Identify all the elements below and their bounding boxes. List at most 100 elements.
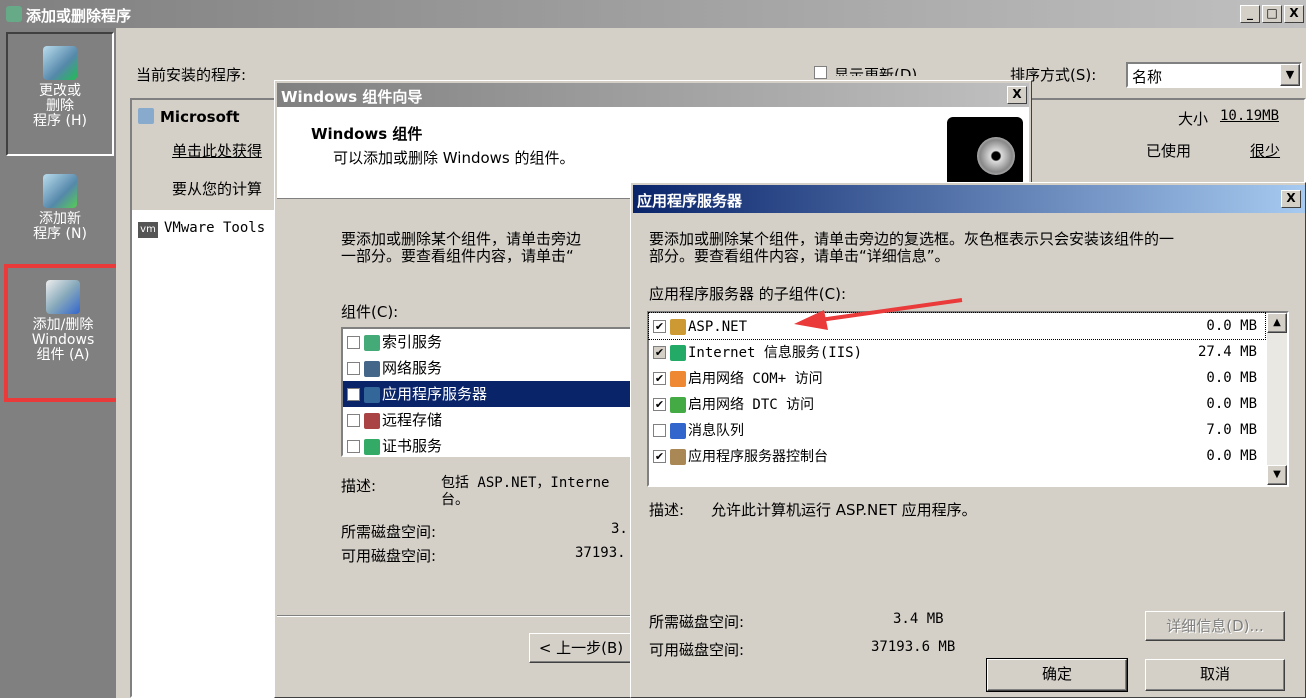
- vmware-icon: vm: [138, 222, 158, 238]
- size-value: 10.19MB: [1220, 108, 1280, 124]
- wizard-required-value: 3.: [611, 521, 628, 537]
- wizard-cd-icon: [947, 117, 1023, 187]
- used-label: 已使用: [1146, 142, 1192, 160]
- chevron-down-icon[interactable]: ▼: [1280, 64, 1300, 86]
- wizard-title: Windows 组件向导: [281, 88, 423, 106]
- wizard-title-bar: Windows 组件向导 X: [277, 83, 1029, 107]
- subcomponent-item[interactable]: ✔ Internet 信息服务(IIS) 27.4 MB: [649, 339, 1265, 365]
- subcomponent-item[interactable]: ✔ 启用网络 DTC 访问 0.0 MB: [649, 391, 1265, 417]
- dialog-required-label: 所需磁盘空间:: [649, 613, 745, 631]
- sort-value: 名称: [1132, 68, 1163, 86]
- gear-icon: [670, 318, 686, 335]
- component-checkbox[interactable]: [347, 440, 360, 453]
- wizard-required-label: 所需磁盘空间:: [341, 523, 437, 541]
- subcomponent-item[interactable]: 消息队列 7.0 MB: [649, 417, 1265, 443]
- program-name: Microsoft: [160, 108, 240, 126]
- ok-button[interactable]: 确定: [986, 658, 1128, 692]
- annotation-arrow: [794, 298, 963, 330]
- subcomponent-label: Internet 信息服务(IIS): [688, 345, 863, 361]
- subcomponent-label: 启用网络 DTC 访问: [688, 397, 815, 413]
- subcomponent-item[interactable]: ✔ 应用程序服务器控制台 0.0 MB: [649, 443, 1265, 469]
- cancel-button[interactable]: 取消: [1145, 659, 1285, 691]
- add-program-icon: [43, 174, 77, 208]
- main-title-bar: 添加或删除程序 _ □ X: [0, 0, 1306, 28]
- component-checkbox[interactable]: [347, 336, 360, 349]
- support-link[interactable]: 单击此处获得: [172, 140, 262, 161]
- dialog-available-label: 可用磁盘空间:: [649, 641, 745, 659]
- show-updates-label: 显示更新(D): [834, 66, 918, 76]
- minimize-button[interactable]: _: [1240, 5, 1260, 23]
- dialog-instructions: 要添加或删除某个组件，请单击旁边的复选框。灰色框表示只会安装该组件的一 部分。要…: [649, 230, 1175, 265]
- scroll-up-button[interactable]: ▲: [1267, 313, 1287, 333]
- wizard-instructions: 要添加或删除某个组件，请单击旁边 一部分。要查看组件内容，请单击“: [341, 230, 582, 265]
- subcomponent-item[interactable]: ✔ 启用网络 COM+ 访问 0.0 MB: [649, 365, 1265, 391]
- subcomponent-checkbox[interactable]: ✔: [653, 450, 666, 463]
- wizard-available-value: 37193.: [575, 545, 626, 561]
- component-checkbox[interactable]: ✔: [347, 388, 360, 401]
- component-item[interactable]: 远程存储: [343, 407, 639, 433]
- message-icon: [670, 422, 686, 439]
- close-button[interactable]: X: [1284, 5, 1304, 23]
- wizard-desc-text: 包括 ASP.NET，Interne 台。: [441, 475, 610, 508]
- component-checkbox[interactable]: [347, 362, 360, 375]
- subcomponent-size: 0.0 MB: [1206, 370, 1257, 386]
- sidebar: 更改或 删除 程序 (H) 添加新 程序 (N) 添加/删除 Windows 组…: [0, 28, 122, 698]
- dialog-required-value: 3.4 MB: [893, 611, 944, 627]
- details-button[interactable]: 详细信息(D)...: [1145, 611, 1285, 641]
- program-description: 要从您的计算: [172, 180, 263, 198]
- wizard-close-button[interactable]: X: [1007, 86, 1027, 104]
- sidebar-item-change-remove[interactable]: 更改或 删除 程序 (H): [6, 32, 114, 156]
- subcomponent-size: 27.4 MB: [1197, 344, 1257, 360]
- component-item[interactable]: 索引服务: [343, 329, 639, 355]
- network-icon: [364, 360, 380, 377]
- dialog-desc-text: 允许此计算机运行 ASP.NET 应用程序。: [711, 501, 977, 519]
- dialog-close-button[interactable]: X: [1281, 190, 1301, 208]
- component-item[interactable]: ✔ 应用程序服务器: [343, 381, 639, 407]
- wizard-available-label: 可用磁盘空间:: [341, 547, 437, 565]
- subcomponent-checkbox[interactable]: ✔: [653, 346, 666, 359]
- subcomponent-checkbox[interactable]: ✔: [653, 320, 666, 333]
- subcomponent-label: 启用网络 COM+ 访问: [688, 371, 823, 387]
- sidebar-item-label: 更改或 删除 程序 (H): [33, 83, 87, 129]
- subcomponent-size: 0.0 MB: [1206, 448, 1257, 464]
- subcomponent-size: 0.0 MB: [1206, 396, 1257, 412]
- list-scrollbar[interactable]: ▲ ▼: [1267, 313, 1287, 485]
- program-name[interactable]: VMware Tools: [164, 220, 265, 236]
- subcomponent-label: 消息队列: [688, 423, 744, 439]
- scroll-down-button[interactable]: ▼: [1267, 465, 1287, 485]
- maximize-button[interactable]: □: [1262, 5, 1282, 23]
- sidebar-item-windows-components[interactable]: 添加/删除 Windows 组件 (A): [4, 264, 122, 402]
- globe-icon: [670, 344, 686, 361]
- certificate-icon: [364, 438, 380, 455]
- component-checkbox[interactable]: [347, 414, 360, 427]
- main-title: 添加或删除程序: [26, 7, 132, 25]
- wizard-subheading: 可以添加或删除 Windows 的组件。: [333, 149, 575, 167]
- dialog-desc-label: 描述:: [649, 501, 685, 519]
- dialog-title-bar: 应用程序服务器 X: [633, 185, 1305, 213]
- subcomponent-checkbox[interactable]: [653, 424, 666, 437]
- sidebar-item-add-new[interactable]: 添加新 程序 (N): [6, 174, 114, 264]
- component-item[interactable]: 证书服务: [343, 433, 639, 455]
- component-label: 网络服务: [382, 359, 443, 377]
- dtc-icon: [670, 396, 686, 413]
- wizard-heading: Windows 组件: [311, 125, 423, 143]
- search-icon: [364, 334, 380, 351]
- sort-dropdown[interactable]: 名称 ▼: [1126, 62, 1302, 88]
- component-label: 索引服务: [382, 333, 443, 351]
- windows-components-icon: [46, 280, 80, 314]
- wizard-desc-label: 描述:: [341, 477, 377, 495]
- subcomponent-size: 7.0 MB: [1206, 422, 1257, 438]
- dialog-available-value: 37193.6 MB: [871, 639, 956, 655]
- change-remove-icon: [43, 46, 77, 80]
- used-value[interactable]: 很少: [1250, 140, 1280, 161]
- subcomponent-checkbox[interactable]: ✔: [653, 398, 666, 411]
- app-icon: [6, 6, 22, 22]
- subcomponent-label: ASP.NET: [688, 319, 748, 335]
- installed-programs-label: 当前安装的程序:: [136, 66, 247, 84]
- subcomponent-label: 应用程序服务器控制台: [688, 449, 828, 465]
- show-updates-checkbox[interactable]: [814, 66, 827, 79]
- subcomponent-checkbox[interactable]: ✔: [653, 372, 666, 385]
- component-item[interactable]: 网络服务: [343, 355, 639, 381]
- back-button[interactable]: < 上一步(B): [529, 633, 633, 663]
- subcomponent-size: 0.0 MB: [1206, 318, 1257, 334]
